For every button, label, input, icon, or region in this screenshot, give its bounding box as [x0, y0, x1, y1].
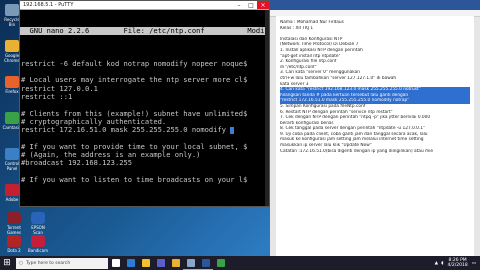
terminal-line-text: # If you want to listen to time broadcas… — [21, 174, 248, 184]
terminal-line-text: restrict 172.16.51.0 mask 255.255.255.0 … — [21, 125, 231, 135]
app-icon — [7, 235, 21, 247]
taskbar: ⊞ ○ Type here to search ▲ ◖ 8:26 PM 4/2/… — [0, 256, 480, 270]
app-icon — [5, 76, 19, 88]
clock-date: 4/2/2018 — [447, 263, 468, 268]
scrollbar[interactable] — [265, 10, 269, 206]
desktop-icon[interactable]: EPSON Scan — [27, 212, 49, 235]
clock[interactable]: 8:26 PM 4/2/2018 — [448, 258, 468, 268]
store-icon — [156, 259, 165, 267]
camtasia-icon — [216, 259, 225, 267]
maximize-icon[interactable]: □ — [245, 1, 257, 9]
putty-title: 192.168.5.1 - PuTTY — [23, 2, 74, 8]
terminal-line: # If you want to listen to time broadcas… — [20, 174, 269, 184]
desktop-icon-label: Bandicam — [28, 248, 48, 253]
taskbar-chrome-icon[interactable] — [168, 256, 183, 270]
chrome-icon — [171, 259, 180, 267]
notification-icon[interactable]: ▭ — [472, 261, 476, 266]
document-line: Catatan :172.16.51.0(bisa digenti dengan… — [280, 148, 434, 154]
terminal-line: restrict ::1 — [20, 91, 269, 101]
desktop-icon[interactable]: Dota 2 — [3, 235, 25, 253]
word-icon — [201, 258, 210, 267]
terminal-line-text: restrict ::1 — [21, 91, 73, 101]
taskbar-camtasia-icon[interactable] — [213, 256, 228, 270]
desktop-icon-label: Torrent Games — [7, 225, 21, 235]
network-icon[interactable]: ▲ — [435, 261, 438, 266]
taskbar-word-icon[interactable] — [198, 256, 213, 270]
desktop-icon[interactable]: Torrent Games — [3, 212, 25, 235]
volume-icon[interactable]: ◖ — [441, 261, 443, 266]
search-icon: ○ — [19, 260, 23, 266]
system-tray: ▲ ◖ 8:26 PM 4/2/2018 ▭ — [435, 258, 480, 268]
putty-title-bar[interactable]: 192.168.5.1 - PuTTY – □ × — [20, 1, 269, 10]
terminal-line-text: #broadcast 192.168.123.255 — [21, 158, 133, 168]
document-page[interactable]: Nama : Mohamad Nur Firdaus Kelas : XII TK… — [276, 16, 474, 256]
taskbar-putty-icon[interactable] — [183, 256, 198, 270]
taskbar-store-icon[interactable] — [153, 256, 168, 270]
taskbar-explorer-icon[interactable] — [138, 256, 153, 270]
edge-icon — [126, 259, 135, 267]
desktop-icon[interactable]: Bandicam — [27, 235, 49, 253]
terminal-line: restrict 172.16.51.0 mask 255.255.255.0 … — [20, 126, 269, 134]
task-view-icon — [111, 259, 120, 267]
search-placeholder: Type here to search — [25, 260, 71, 266]
desktop-icon-label: EPSON Scan — [31, 225, 45, 235]
minimize-icon[interactable]: – — [233, 1, 245, 9]
desktop-icon-label: Dota 2 — [7, 248, 21, 253]
app-icon — [7, 212, 21, 224]
app-icon — [5, 184, 19, 196]
terminal-area[interactable]: GNU nano 2.2.6 File: /etc/ntp.conf Modif… — [20, 10, 269, 206]
search-box[interactable]: ○ Type here to search — [16, 257, 108, 269]
close-icon[interactable]: × — [257, 1, 269, 9]
terminal-line-text: restrict -6 default kod notrap nomodify … — [21, 58, 248, 68]
taskbar-task-view-icon[interactable] — [108, 256, 123, 270]
terminal-line: #broadcast 192.168.123.255 — [20, 159, 269, 167]
app-icon — [31, 212, 45, 224]
taskbar-edge-icon[interactable] — [123, 256, 138, 270]
terminal-line: restrict -6 default kod notrap nomodify … — [20, 58, 269, 68]
nano-header: GNU nano 2.2.6 File: /etc/ntp.conf Modif… — [20, 25, 269, 35]
app-icon — [5, 4, 19, 16]
taskbar-apps — [108, 256, 228, 270]
explorer-icon — [141, 259, 150, 267]
putty-window[interactable]: 192.168.5.1 - PuTTY – □ × GNU nano 2.2.6… — [19, 0, 270, 207]
app-icon — [5, 148, 19, 160]
putty-icon — [186, 258, 195, 267]
text-cursor — [230, 126, 235, 134]
app-icon — [5, 40, 19, 52]
word-ribbon[interactable] — [270, 0, 480, 10]
app-icon — [5, 112, 19, 124]
app-icon — [31, 235, 45, 247]
word-window[interactable]: Nama : Mohamad Nur Firdaus Kelas : XII TK… — [270, 0, 480, 256]
windows-start-icon[interactable]: ⊞ — [0, 256, 14, 270]
